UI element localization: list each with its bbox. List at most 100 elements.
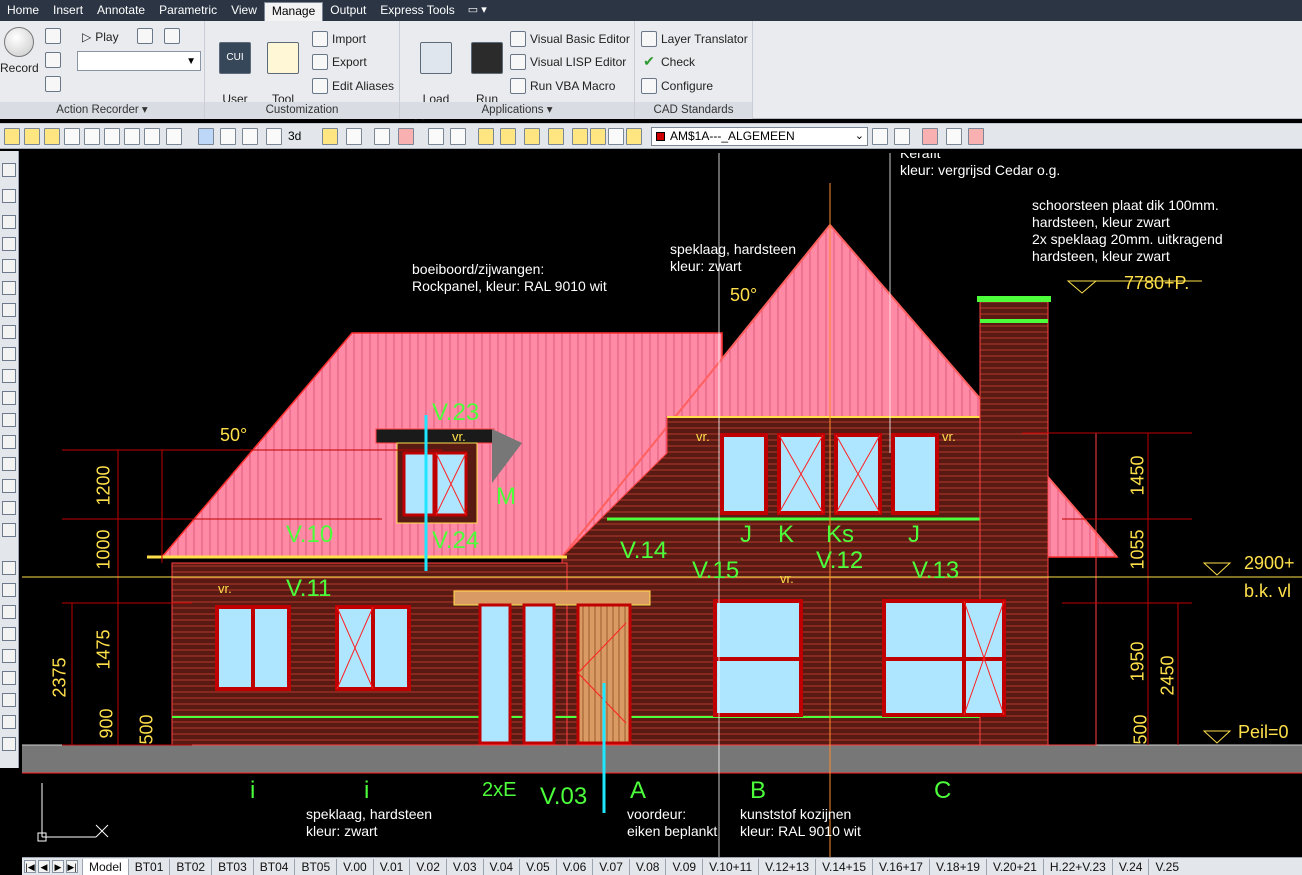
array-icon[interactable] [2,303,16,317]
sun-icon[interactable] [590,128,606,145]
chamfer-icon[interactable] [2,479,16,493]
layout-tab[interactable]: H.22+V.23 [1042,858,1112,875]
properties-icon[interactable] [428,128,444,145]
panel-title-action-recorder[interactable]: Action Recorder ▾ [0,102,204,119]
layout-tab[interactable]: V.06 [555,858,593,875]
layer-dropdown[interactable]: AM$1A---_ALGEMEEN ⌄ [651,127,868,146]
layout-tab[interactable]: V.01 [372,858,410,875]
play-button[interactable]: ▷ Play [82,27,119,46]
layer-lock-icon[interactable] [548,128,564,145]
arc-icon[interactable] [2,671,16,685]
offset-icon[interactable] [2,281,16,295]
layout-tab[interactable]: V.04 [482,858,520,875]
viewport-freeze-icon[interactable] [608,128,624,145]
visual-lisp-editor-button[interactable]: Visual LISP Editor [510,52,626,71]
layer-on-icon[interactable] [478,128,494,145]
tab-insert[interactable]: Insert [46,0,90,21]
save-icon[interactable] [346,128,362,145]
layout-tab[interactable]: V.00 [336,858,373,875]
layout-tab[interactable]: Model [82,858,128,875]
text-style-icon[interactable] [946,128,962,145]
line-icon[interactable] [2,561,16,575]
layer-properties-icon[interactable] [24,128,40,145]
help-icon[interactable] [398,128,414,145]
request-input-icon[interactable] [45,52,61,68]
layer-freeze-icon[interactable] [524,128,540,145]
last-layout-button[interactable]: ▶| [66,860,78,873]
export-button[interactable]: Export [312,52,367,71]
move-icon[interactable] [2,325,16,339]
erase-icon[interactable] [2,215,16,229]
viewport-icon[interactable] [198,128,214,145]
layout-tab[interactable]: V.18+19 [928,858,986,875]
action-macro-dropdown[interactable]: ▼ [77,51,201,71]
layout-tab[interactable]: V.03 [445,858,483,875]
layout-tab[interactable]: V.25 [1148,858,1185,875]
first-layout-button[interactable]: |◀ [24,860,36,873]
layer-unisolate-icon[interactable] [104,128,120,145]
construction-line-icon[interactable] [2,583,16,597]
polygon-icon[interactable] [2,627,16,641]
insert-base-point-icon[interactable] [45,76,61,92]
layer-isolate-icon[interactable] [84,128,100,145]
view-manager-icon[interactable] [220,128,236,145]
configure-button[interactable]: Configure [641,76,713,95]
plot-icon[interactable] [374,128,390,145]
stretch-icon[interactable] [2,391,16,405]
dimension-style-icon[interactable] [968,128,984,145]
check-button[interactable]: ✔ Check [641,52,695,71]
layout-tab[interactable]: V.02 [409,858,446,875]
drawing-canvas[interactable]: Kerafit kleur: vergrijsd Cedar o.g. scho… [22,153,1302,857]
polyline-icon[interactable] [2,605,16,619]
tab-parametric[interactable]: Parametric [152,0,224,21]
gear-icon[interactable] [266,128,282,145]
color-icon[interactable] [922,128,938,145]
object-snap-icon[interactable] [4,128,20,145]
layout-tab[interactable]: BT03 [211,858,253,875]
layer-off-icon[interactable] [500,128,516,145]
tab-output[interactable]: Output [323,0,373,21]
record-button[interactable]: Record [0,27,39,76]
manage-actions-icon[interactable] [164,28,180,44]
tab-view[interactable]: View [224,0,264,21]
point-icon[interactable] [2,737,16,751]
undo-icon[interactable] [2,163,16,177]
layout-tab[interactable]: V.12+13 [758,858,815,875]
extend-icon[interactable] [2,435,16,449]
layer-previous-icon[interactable] [64,128,80,145]
insert-message-icon[interactable] [45,28,61,44]
layout-tab[interactable]: BT02 [169,858,211,875]
edit-aliases-button[interactable]: Edit Aliases [312,76,394,95]
layout-tab[interactable]: BT01 [127,858,170,875]
layout-tab[interactable]: V.08 [628,858,666,875]
layout-tab[interactable]: V.05 [519,858,556,875]
layout-tab[interactable]: V.07 [592,858,629,875]
tab-home[interactable]: Home [0,0,46,21]
mirror-icon[interactable] [2,259,16,273]
ribbon-minimize-button[interactable]: ▭ ▾ [462,0,493,21]
preference-icon[interactable] [137,28,153,44]
circle-icon[interactable] [2,649,16,663]
redo-icon[interactable] [2,189,16,203]
copy-icon[interactable] [2,237,16,251]
open-folder-icon[interactable] [322,128,338,145]
fillet-icon[interactable] [2,501,16,515]
next-layout-button[interactable]: ▶ [52,860,64,873]
trim-icon[interactable] [2,413,16,427]
padlock-icon[interactable] [626,128,642,145]
view-3d-button[interactable]: 3d [288,129,301,143]
make-current-icon[interactable] [872,128,888,145]
rectangle-icon[interactable] [2,693,16,707]
visual-basic-editor-button[interactable]: Visual Basic Editor [510,29,630,48]
rotate-icon[interactable] [2,347,16,361]
break-icon[interactable] [2,457,16,471]
tab-manage[interactable]: Manage [263,2,324,21]
layer-change-icon[interactable] [144,128,160,145]
layer-translator-button[interactable]: Layer Translator [641,29,748,48]
explode-icon[interactable] [2,523,16,537]
panel-title-applications[interactable]: Applications ▾ [400,102,634,119]
tab-annotate[interactable]: Annotate [90,0,152,21]
layer-walk-icon[interactable] [166,128,182,145]
run-vba-macro-button[interactable]: Run VBA Macro [510,76,615,95]
lightbulb-icon[interactable] [572,128,588,145]
